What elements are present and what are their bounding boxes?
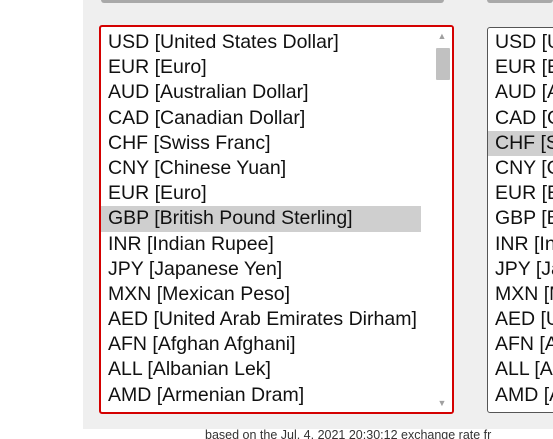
to-currency-option[interactable]: ALL [A — [488, 357, 553, 382]
from-currency-option[interactable]: AUD [Australian Dollar] — [101, 80, 421, 105]
to-currency-option[interactable]: GBP [B — [488, 206, 553, 231]
from-currency-scrollbar[interactable]: ▲ ▼ — [432, 27, 452, 412]
from-currency-option[interactable]: GBP [British Pound Sterling] — [101, 206, 421, 232]
to-currency-option[interactable]: MXN [M — [488, 282, 553, 307]
from-currency-option[interactable]: INR [Indian Rupee] — [101, 232, 421, 257]
to-currency-option[interactable]: INR [In — [488, 232, 553, 257]
to-currency-option[interactable]: CAD [C — [488, 106, 553, 131]
to-currency-option[interactable]: AMD [A — [488, 383, 553, 408]
to-currency-option[interactable]: EUR [E — [488, 181, 553, 206]
from-currency-option[interactable]: CNY [Chinese Yuan] — [101, 156, 421, 181]
from-currency-option[interactable]: AMD [Armenian Dram] — [101, 383, 421, 408]
from-currency-option[interactable]: ALL [Albanian Lek] — [101, 357, 421, 382]
to-currency-option[interactable]: AOA [A — [488, 408, 553, 412]
from-currency-option[interactable]: AED [United Arab Emirates Dirham] — [101, 307, 421, 332]
to-amount-field-edge — [487, 0, 553, 3]
from-currency-option[interactable]: AFN [Afghan Afghani] — [101, 332, 421, 357]
scroll-thumb[interactable] — [436, 48, 450, 80]
from-currency-option[interactable]: EUR [Euro] — [101, 181, 421, 206]
from-currency-option[interactable]: USD [United States Dollar] — [101, 30, 421, 55]
to-currency-option[interactable]: JPY [Ja — [488, 257, 553, 282]
scroll-down-arrow-icon[interactable]: ▼ — [432, 396, 452, 410]
exchange-rate-footnote: based on the Jul. 4, 2021 20:30:12 excha… — [205, 429, 553, 439]
to-currency-option[interactable]: AED [U — [488, 307, 553, 332]
from-currency-option[interactable]: JPY [Japanese Yen] — [101, 257, 421, 282]
to-currency-option[interactable]: AFN [A — [488, 332, 553, 357]
from-currency-options: USD [United States Dollar] EUR [Euro] AUD … — [101, 30, 421, 408]
from-currency-option[interactable]: CAD [Canadian Dollar] — [101, 106, 421, 131]
to-currency-option[interactable]: CNY [C — [488, 156, 553, 181]
to-currency-option[interactable]: USD [U — [488, 30, 553, 55]
to-currency-option[interactable]: EUR [E — [488, 55, 553, 80]
from-currency-option[interactable]: EUR [Euro] — [101, 55, 421, 80]
to-currency-listbox[interactable]: USD [UEUR [EAUD [ACAD [CCHF [SCNY [CEUR … — [487, 27, 553, 413]
from-currency-listbox[interactable]: USD [United States Dollar] EUR [Euro] AUD … — [99, 25, 454, 414]
exchange-rate-footnote-text: based on the Jul. 4, 2021 20:30:12 excha… — [205, 429, 492, 439]
to-currency-option[interactable]: AUD [A — [488, 80, 553, 105]
scroll-up-arrow-icon[interactable]: ▲ — [432, 29, 452, 43]
to-currency-option[interactable]: CHF [S — [488, 130, 553, 156]
to-currency-options: USD [UEUR [EAUD [ACAD [CCHF [SCNY [CEUR … — [488, 30, 553, 412]
from-amount-field-edge — [101, 0, 444, 3]
from-currency-option[interactable]: CHF [Swiss Franc] — [101, 131, 421, 156]
from-currency-option[interactable]: MXN [Mexican Peso] — [101, 282, 421, 307]
